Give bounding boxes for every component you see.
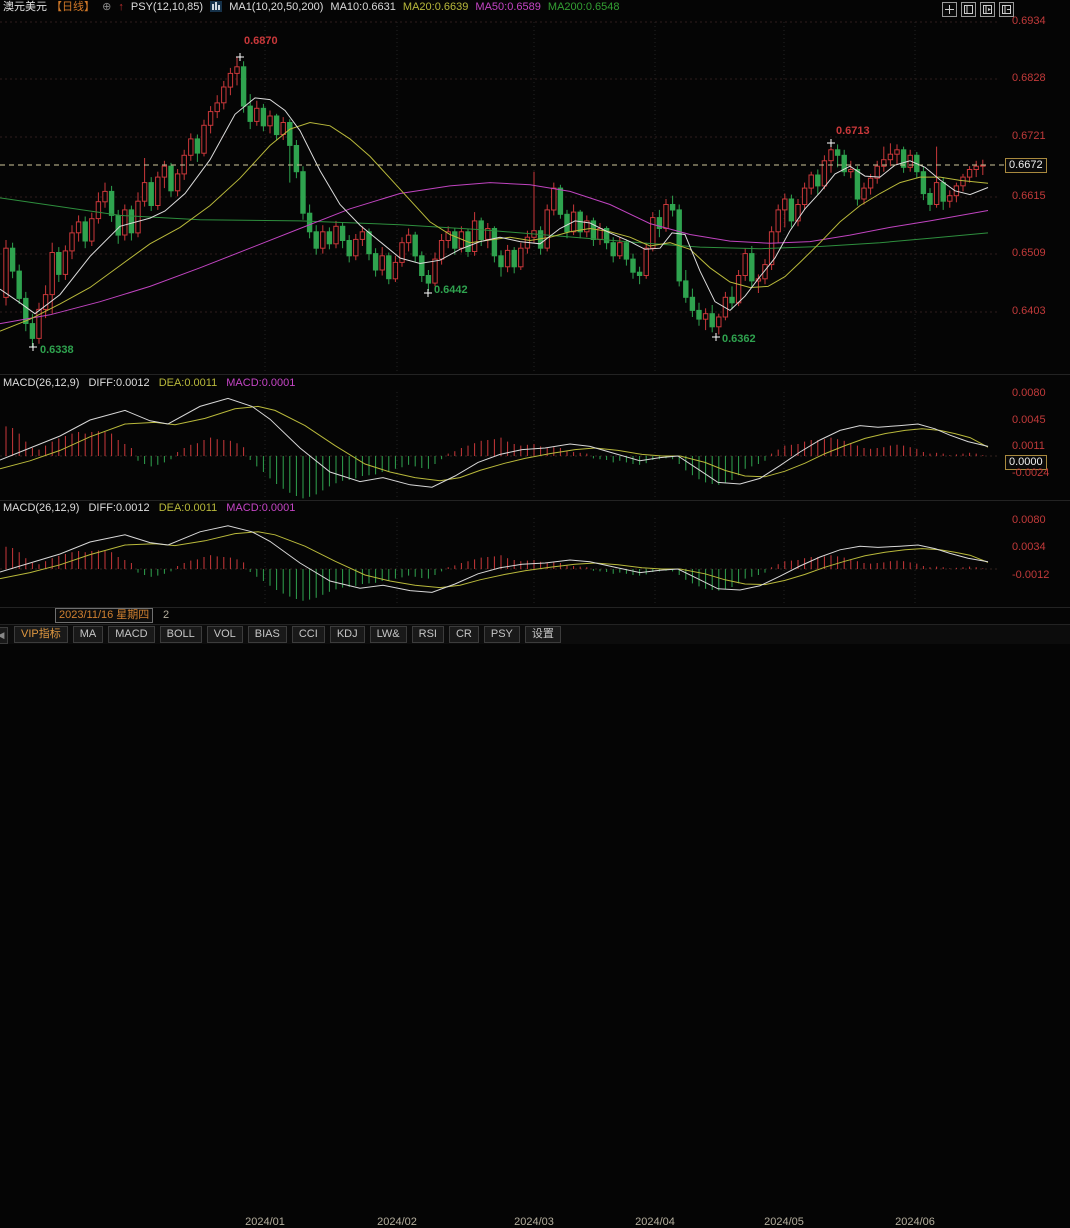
ma-params-label[interactable]: MA1(10,20,50,200)	[229, 1, 323, 13]
pane-left-icon[interactable]	[961, 2, 976, 17]
chart-header: 澳元美元 【日线】 ⊕ ↑ PSY(12,10,85) MA1(10,20,50,…	[0, 0, 623, 16]
pane-expand-icon[interactable]	[999, 2, 1014, 17]
date-tick: 2024/05	[764, 1216, 804, 1228]
toolbar-scroll-left-button[interactable]: ◀	[0, 627, 8, 644]
pane-right-icon[interactable]	[980, 2, 995, 17]
date-tick: 2024/03	[514, 1216, 554, 1228]
symbol-title: 澳元美元	[3, 1, 47, 13]
ma20-value: MA20:0.6639	[402, 1, 469, 13]
date-tick: 2024/01	[245, 1216, 285, 1228]
ma50-value: MA50:0.6589	[475, 1, 541, 13]
trading-app: { "header": { "title": "澳元美元", "period":…	[0, 0, 1070, 1228]
crosshair-icon[interactable]	[942, 2, 957, 17]
ma200-value: MA200:0.6548	[547, 1, 620, 13]
add-indicator-icon[interactable]: ⊕	[102, 1, 111, 13]
up-arrow-icon: ↑	[118, 1, 124, 13]
ma10-value: MA10:0.6631	[330, 1, 396, 13]
date-tick: 2024/02	[377, 1216, 417, 1228]
chart-canvas[interactable]	[0, 0, 1070, 644]
chart-tool-icons	[942, 2, 1014, 17]
psy-params-label[interactable]: PSY(12,10,85)	[131, 1, 203, 13]
period-label[interactable]: 【日线】	[51, 1, 95, 13]
date-tick: 2024/04	[635, 1216, 675, 1228]
candle-chart-icon[interactable]	[210, 1, 223, 17]
date-tick: 2024/06	[895, 1216, 935, 1228]
